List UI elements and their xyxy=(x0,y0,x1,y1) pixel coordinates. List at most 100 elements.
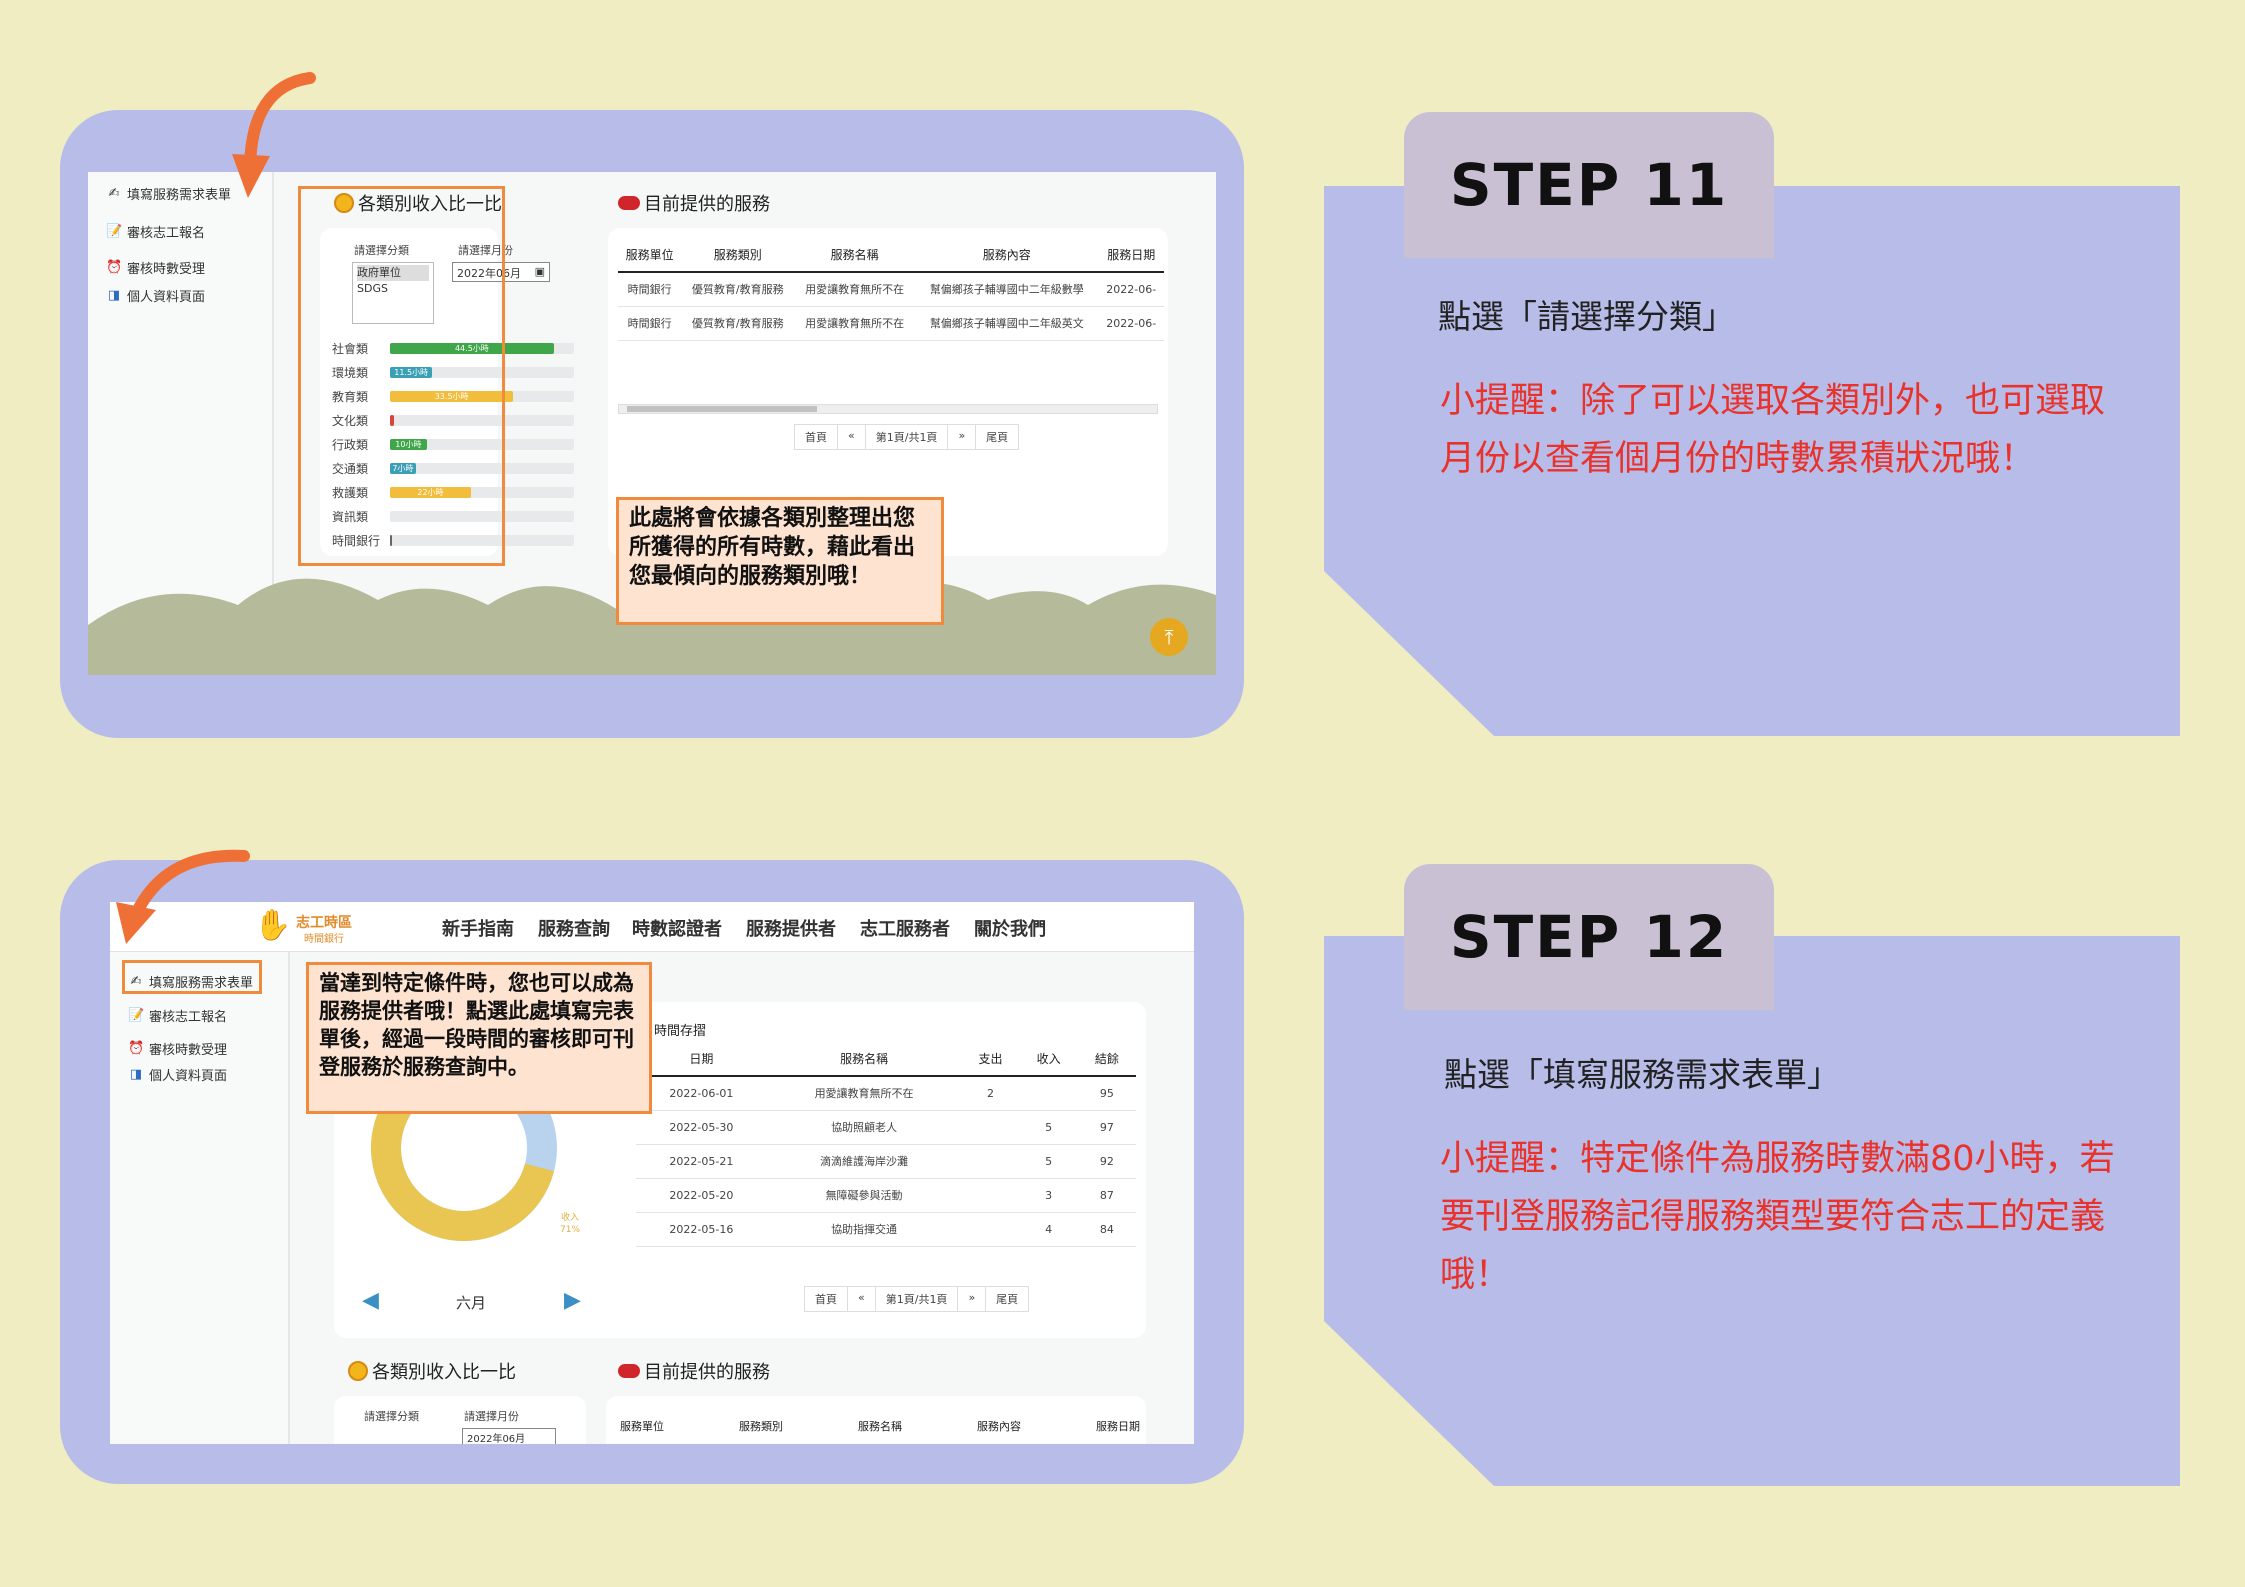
table-cell: 優質教育/教育服務 xyxy=(681,306,795,341)
scrollbar-thumb[interactable] xyxy=(627,406,817,412)
pager-item[interactable]: » xyxy=(948,425,977,449)
document-icon: 📝 xyxy=(128,1008,145,1023)
table-header-cell: 收入 xyxy=(1019,1042,1078,1077)
table-row: 2022-05-20 無障礙參與活動 3 87 xyxy=(636,1178,1136,1213)
table-cell xyxy=(961,1144,1020,1179)
pager-item[interactable]: 第1頁/共1頁 xyxy=(866,425,949,449)
table-cell: 用愛讓教育無所不在 xyxy=(766,1076,962,1111)
table-cell: 優質教育/教育服務 xyxy=(681,272,795,307)
table-header-cell: 日期 xyxy=(636,1042,767,1077)
arrow-up-icon: ⤒ xyxy=(1164,625,1174,649)
table-cell: 時間銀行 xyxy=(618,272,682,307)
services-section-title: 目前提供的服務 xyxy=(618,190,770,216)
table-cell xyxy=(961,1178,1020,1213)
table-header-cell: 服務類別 xyxy=(739,1420,783,1433)
sidebar-item-service-form[interactable]: ✍ 填寫服務需求表單 xyxy=(106,184,231,203)
table-header-cell: 服務內容 xyxy=(977,1420,1021,1433)
service-form-highlight-box xyxy=(122,960,262,994)
table-cell: 92 xyxy=(1077,1144,1136,1179)
table-header-cell: 服務日期 xyxy=(1098,238,1164,273)
sidebar-item-profile[interactable]: ◨ 個人資料頁面 xyxy=(106,286,205,305)
next-month-button[interactable]: ▶ xyxy=(564,1288,581,1313)
nav-service-provider[interactable]: 服務提供者 xyxy=(746,915,836,941)
step11-tab: STEP 11 xyxy=(1404,112,1774,258)
table-cell: 3 xyxy=(1019,1178,1078,1213)
pager-item[interactable]: 第1頁/共1頁 xyxy=(876,1287,959,1311)
nav-beginner-guide[interactable]: 新手指南 xyxy=(442,915,514,941)
category-highlight-box xyxy=(298,186,505,566)
pager-item[interactable]: 首頁 xyxy=(805,1287,848,1311)
arrow-icon xyxy=(116,849,250,944)
logo-icon: ✋ xyxy=(254,908,292,943)
current-month-label: 六月 xyxy=(456,1294,487,1312)
table-header-cell: 服務名稱 xyxy=(766,1042,962,1077)
table-cell: 2022-05-16 xyxy=(636,1212,767,1247)
history-table: 日期 服務名稱 支出 收入 結餘 2022-06-01 用愛讓教育無所不在 2 95 2022-… xyxy=(636,1042,1136,1247)
table-cell: 2022-06- xyxy=(1098,272,1164,307)
sidebar-item-profile[interactable]: ◨ 個人資料頁面 xyxy=(128,1065,227,1084)
table-row: 2022-06-01 用愛讓教育無所不在 2 95 xyxy=(636,1076,1136,1111)
table-cell: 協助照顧老人 xyxy=(766,1110,962,1145)
step11-tip: 小提醒：除了可以選取各類別外，也可選取月份以查看個月份的時數累積狀況哦！ xyxy=(1440,381,2106,479)
alarm-clock-icon: ⏰ xyxy=(128,1041,145,1056)
prev-month-button[interactable]: ◀ xyxy=(362,1288,379,1313)
sidebar-item-review-volunteer[interactable]: 📝 審核志工報名 xyxy=(106,222,205,241)
helping-hand-icon xyxy=(618,1364,640,1378)
sidebar-item-review-hours[interactable]: ⏰ 審核時數受理 xyxy=(106,258,205,277)
table-cell: 幫偏鄉孩子輔導國中二年級英文 xyxy=(915,306,1099,341)
category-section-title: 各類別收入比一比 xyxy=(348,1358,516,1384)
table-cell: 87 xyxy=(1077,1178,1136,1213)
screenshot-step12: ✋ 志工時區 時間銀行 新手指南 服務查詢 時數認證者 服務提供者 志工服務者 … xyxy=(110,902,1194,1444)
document-icon: 📝 xyxy=(106,224,123,239)
services-table: 服務單位 服務類別 服務名稱 服務內容 服務日期 時間銀行 優質教育/教育服務 用愛讓教育無… xyxy=(618,238,1164,341)
month-select[interactable]: 2022年06月 xyxy=(462,1428,556,1444)
table-cell: 5 xyxy=(1019,1110,1078,1145)
table-cell xyxy=(961,1212,1020,1247)
table-cell xyxy=(961,1110,1020,1145)
sidebar-item-review-volunteer[interactable]: 📝 審核志工報名 xyxy=(128,1006,227,1025)
pager-item[interactable]: 尾頁 xyxy=(986,1287,1028,1311)
sidebar-item-review-hours[interactable]: ⏰ 審核時數受理 xyxy=(128,1039,227,1058)
table-header-cell: 服務單位 xyxy=(618,238,682,273)
site-logo[interactable]: ✋ 志工時區 時間銀行 xyxy=(254,904,364,950)
pager-item[interactable]: 首頁 xyxy=(795,425,838,449)
nav-hour-certifier[interactable]: 時數認證者 xyxy=(632,915,722,941)
table-cell: 2022-05-21 xyxy=(636,1144,767,1179)
step12-tab: STEP 12 xyxy=(1404,864,1774,1010)
table-cell: 時間銀行 xyxy=(618,306,682,341)
back-to-top-button[interactable]: ⤒ xyxy=(1150,618,1188,656)
table-cell: 2022-06- xyxy=(1098,306,1164,341)
table-header-cell: 服務名稱 xyxy=(858,1420,902,1433)
calendar-icon: ▣ xyxy=(534,265,545,278)
table-cell: 協助指揮交通 xyxy=(766,1212,962,1247)
arrow-icon xyxy=(232,72,316,198)
category-explanation-note: 此處將會依據各類別整理出您所獲得的所有時數，藉此看出您最傾向的服務類別哦！ xyxy=(616,497,944,625)
table-header-cell: 結餘 xyxy=(1077,1042,1136,1077)
profile-icon: ◨ xyxy=(107,288,121,303)
category-select-label: 請選擇分類 xyxy=(364,1410,419,1423)
pager-item[interactable]: 尾頁 xyxy=(976,425,1018,449)
pager-item[interactable]: « xyxy=(848,1287,876,1311)
table-cell: 2022-05-20 xyxy=(636,1178,767,1213)
table-cell: 用愛讓教育無所不在 xyxy=(794,272,916,307)
table-cell: 滴滴維護海岸沙灘 xyxy=(766,1144,962,1179)
table-row: 2022-05-16 協助指揮交通 4 84 xyxy=(636,1212,1136,1247)
nav-about-us[interactable]: 關於我們 xyxy=(974,915,1046,941)
table-header-cell: 支出 xyxy=(961,1042,1020,1077)
helping-hand-icon xyxy=(618,196,640,210)
table-row: 2022-05-30 協助照顧老人 5 97 xyxy=(636,1110,1136,1145)
services-scrollbar[interactable] xyxy=(618,404,1158,414)
pager-item[interactable]: » xyxy=(958,1287,987,1311)
table-cell: 無障礙參與活動 xyxy=(766,1178,962,1213)
table-row: 時間銀行 優質教育/教育服務 用愛讓教育無所不在 幫偏鄉孩子輔導國中二年級數學 2022… xyxy=(618,272,1164,307)
table-cell: 幫偏鄉孩子輔導國中二年級數學 xyxy=(915,272,1099,307)
alarm-clock-icon: ⏰ xyxy=(106,260,123,275)
nav-volunteer[interactable]: 志工服務者 xyxy=(860,915,950,941)
table-cell: 97 xyxy=(1077,1110,1136,1145)
table-cell: 84 xyxy=(1077,1212,1136,1247)
table-cell: 用愛讓教育無所不在 xyxy=(794,306,916,341)
pager-item[interactable]: « xyxy=(838,425,866,449)
table-cell: 2 xyxy=(961,1076,1020,1111)
nav-service-search[interactable]: 服務查詢 xyxy=(538,915,610,941)
services-section-title: 目前提供的服務 xyxy=(618,1358,770,1384)
